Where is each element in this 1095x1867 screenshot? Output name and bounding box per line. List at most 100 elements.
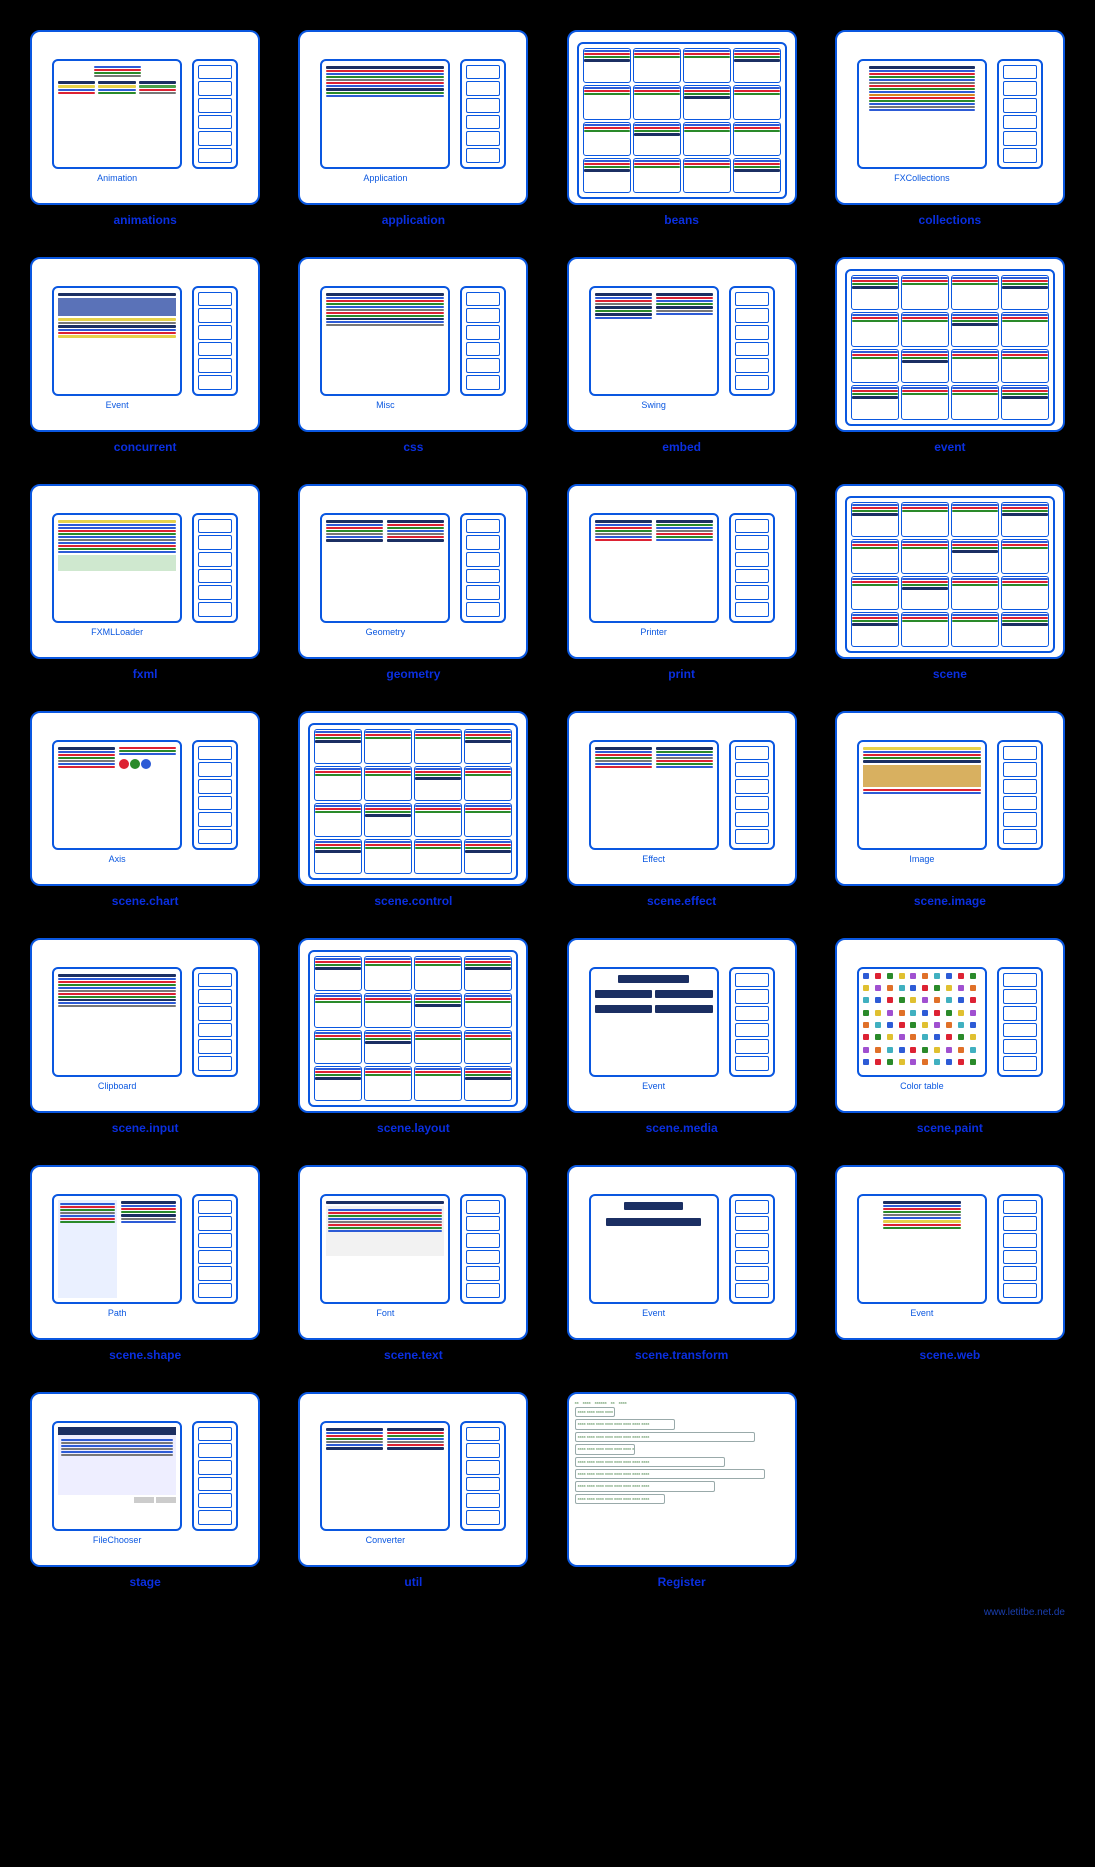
thumbnail-side[interactable]	[997, 1194, 1043, 1304]
thumbnail-side[interactable]	[460, 1421, 506, 1531]
category-link[interactable]: geometry	[386, 667, 440, 681]
category-link[interactable]: css	[403, 440, 423, 454]
category-link[interactable]: stage	[129, 1575, 160, 1589]
thumbnail-mosaic[interactable]	[308, 950, 518, 1107]
category-link[interactable]: concurrent	[114, 440, 177, 454]
category-card[interactable]	[567, 30, 797, 205]
thumbnail-main[interactable]	[857, 59, 987, 169]
thumbnail-mosaic[interactable]	[845, 496, 1055, 653]
thumbnail-main[interactable]	[589, 286, 719, 396]
thumbnail-side[interactable]	[192, 513, 238, 623]
thumbnail-side[interactable]	[192, 740, 238, 850]
thumbnail-main[interactable]	[52, 967, 182, 1077]
category-link[interactable]: scene.image	[914, 894, 986, 908]
category-link[interactable]: scene.web	[920, 1348, 981, 1362]
thumbnail-side[interactable]	[192, 59, 238, 169]
thumbnail-mosaic[interactable]	[308, 723, 518, 880]
footer-link[interactable]: www.letitbe.net.de	[20, 1607, 1075, 1618]
thumbnail-side[interactable]	[997, 740, 1043, 850]
category-link[interactable]: scene.effect	[647, 894, 716, 908]
category-card[interactable]: Swing	[567, 257, 797, 432]
thumbnail-main[interactable]	[589, 740, 719, 850]
category-card[interactable]: Printer	[567, 484, 797, 659]
category-card[interactable]: Event	[567, 938, 797, 1113]
category-link[interactable]: scene.chart	[112, 894, 179, 908]
category-link[interactable]: scene.input	[112, 1121, 179, 1135]
category-card[interactable]: Event	[30, 257, 260, 432]
category-card[interactable]	[298, 711, 528, 886]
category-card[interactable]: Path	[30, 1165, 260, 1340]
category-card[interactable]: Axis	[30, 711, 260, 886]
thumbnail-side[interactable]	[192, 1194, 238, 1304]
thumbnail-mosaic[interactable]	[577, 42, 787, 199]
thumbnail-mosaic[interactable]	[845, 269, 1055, 426]
category-card[interactable]	[298, 938, 528, 1113]
thumbnail-side[interactable]	[729, 740, 775, 850]
thumbnail-side[interactable]	[192, 286, 238, 396]
category-card[interactable]: Clipboard	[30, 938, 260, 1113]
category-card[interactable]: FXCollections	[835, 30, 1065, 205]
thumbnail-main[interactable]	[52, 286, 182, 396]
thumbnail-side[interactable]	[460, 286, 506, 396]
category-card[interactable]: Font	[298, 1165, 528, 1340]
thumbnail-main[interactable]	[857, 967, 987, 1077]
thumbnail-main[interactable]	[52, 740, 182, 850]
thumbnail-side[interactable]	[192, 1421, 238, 1531]
category-card[interactable]: Image	[835, 711, 1065, 886]
category-card[interactable]: Misc	[298, 257, 528, 432]
thumbnail-side[interactable]	[729, 286, 775, 396]
category-card[interactable]	[835, 257, 1065, 432]
category-card[interactable]: Animation	[30, 30, 260, 205]
thumbnail-side[interactable]	[729, 513, 775, 623]
category-card[interactable]: Event	[567, 1165, 797, 1340]
category-link[interactable]: animations	[113, 213, 176, 227]
register-table[interactable]: xxxxxxxxxxxxxxxxxxxxxx xxxx xxxx xxxx xx…	[575, 1400, 789, 1506]
category-card[interactable]	[835, 484, 1065, 659]
category-link[interactable]: scene.shape	[109, 1348, 181, 1362]
category-card[interactable]: xxxxxxxxxxxxxxxxxxxxxx xxxx xxxx xxxx xx…	[567, 1392, 797, 1567]
thumbnail-main[interactable]	[52, 1421, 182, 1531]
thumbnail-main[interactable]	[320, 1421, 450, 1531]
category-card[interactable]: Effect	[567, 711, 797, 886]
category-link[interactable]: Register	[658, 1575, 706, 1589]
thumbnail-side[interactable]	[460, 513, 506, 623]
thumbnail-main[interactable]	[320, 59, 450, 169]
category-link[interactable]: scene.text	[384, 1348, 443, 1362]
thumbnail-main[interactable]	[589, 1194, 719, 1304]
category-link[interactable]: scene.paint	[917, 1121, 983, 1135]
thumbnail-side[interactable]	[460, 59, 506, 169]
thumbnail-main[interactable]	[589, 967, 719, 1077]
thumbnail-side[interactable]	[997, 59, 1043, 169]
thumbnail-main[interactable]	[52, 513, 182, 623]
category-link[interactable]: scene	[933, 667, 967, 681]
category-link[interactable]: print	[668, 667, 695, 681]
thumbnail-side[interactable]	[997, 967, 1043, 1077]
category-link[interactable]: application	[382, 213, 445, 227]
category-card[interactable]: FileChooser	[30, 1392, 260, 1567]
thumbnail-side[interactable]	[460, 1194, 506, 1304]
category-link[interactable]: collections	[919, 213, 982, 227]
category-card[interactable]: Application	[298, 30, 528, 205]
category-link[interactable]: scene.media	[646, 1121, 718, 1135]
category-card[interactable]: Converter	[298, 1392, 528, 1567]
thumbnail-main[interactable]	[320, 513, 450, 623]
category-card[interactable]: Color table	[835, 938, 1065, 1113]
thumbnail-main[interactable]	[589, 513, 719, 623]
thumbnail-side[interactable]	[192, 967, 238, 1077]
category-link[interactable]: scene.control	[374, 894, 452, 908]
category-link[interactable]: event	[934, 440, 965, 454]
category-link[interactable]: scene.layout	[377, 1121, 450, 1135]
category-card[interactable]: Event	[835, 1165, 1065, 1340]
thumbnail-main[interactable]	[857, 1194, 987, 1304]
thumbnail-main[interactable]	[857, 740, 987, 850]
thumbnail-main[interactable]	[320, 286, 450, 396]
category-link[interactable]: embed	[662, 440, 701, 454]
category-link[interactable]: scene.transform	[635, 1348, 728, 1362]
thumbnail-main[interactable]	[52, 59, 182, 169]
category-card[interactable]: Geometry	[298, 484, 528, 659]
thumbnail-side[interactable]	[729, 967, 775, 1077]
thumbnail-main[interactable]	[320, 1194, 450, 1304]
category-card[interactable]: FXMLLoader	[30, 484, 260, 659]
category-link[interactable]: fxml	[133, 667, 158, 681]
category-link[interactable]: beans	[664, 213, 699, 227]
